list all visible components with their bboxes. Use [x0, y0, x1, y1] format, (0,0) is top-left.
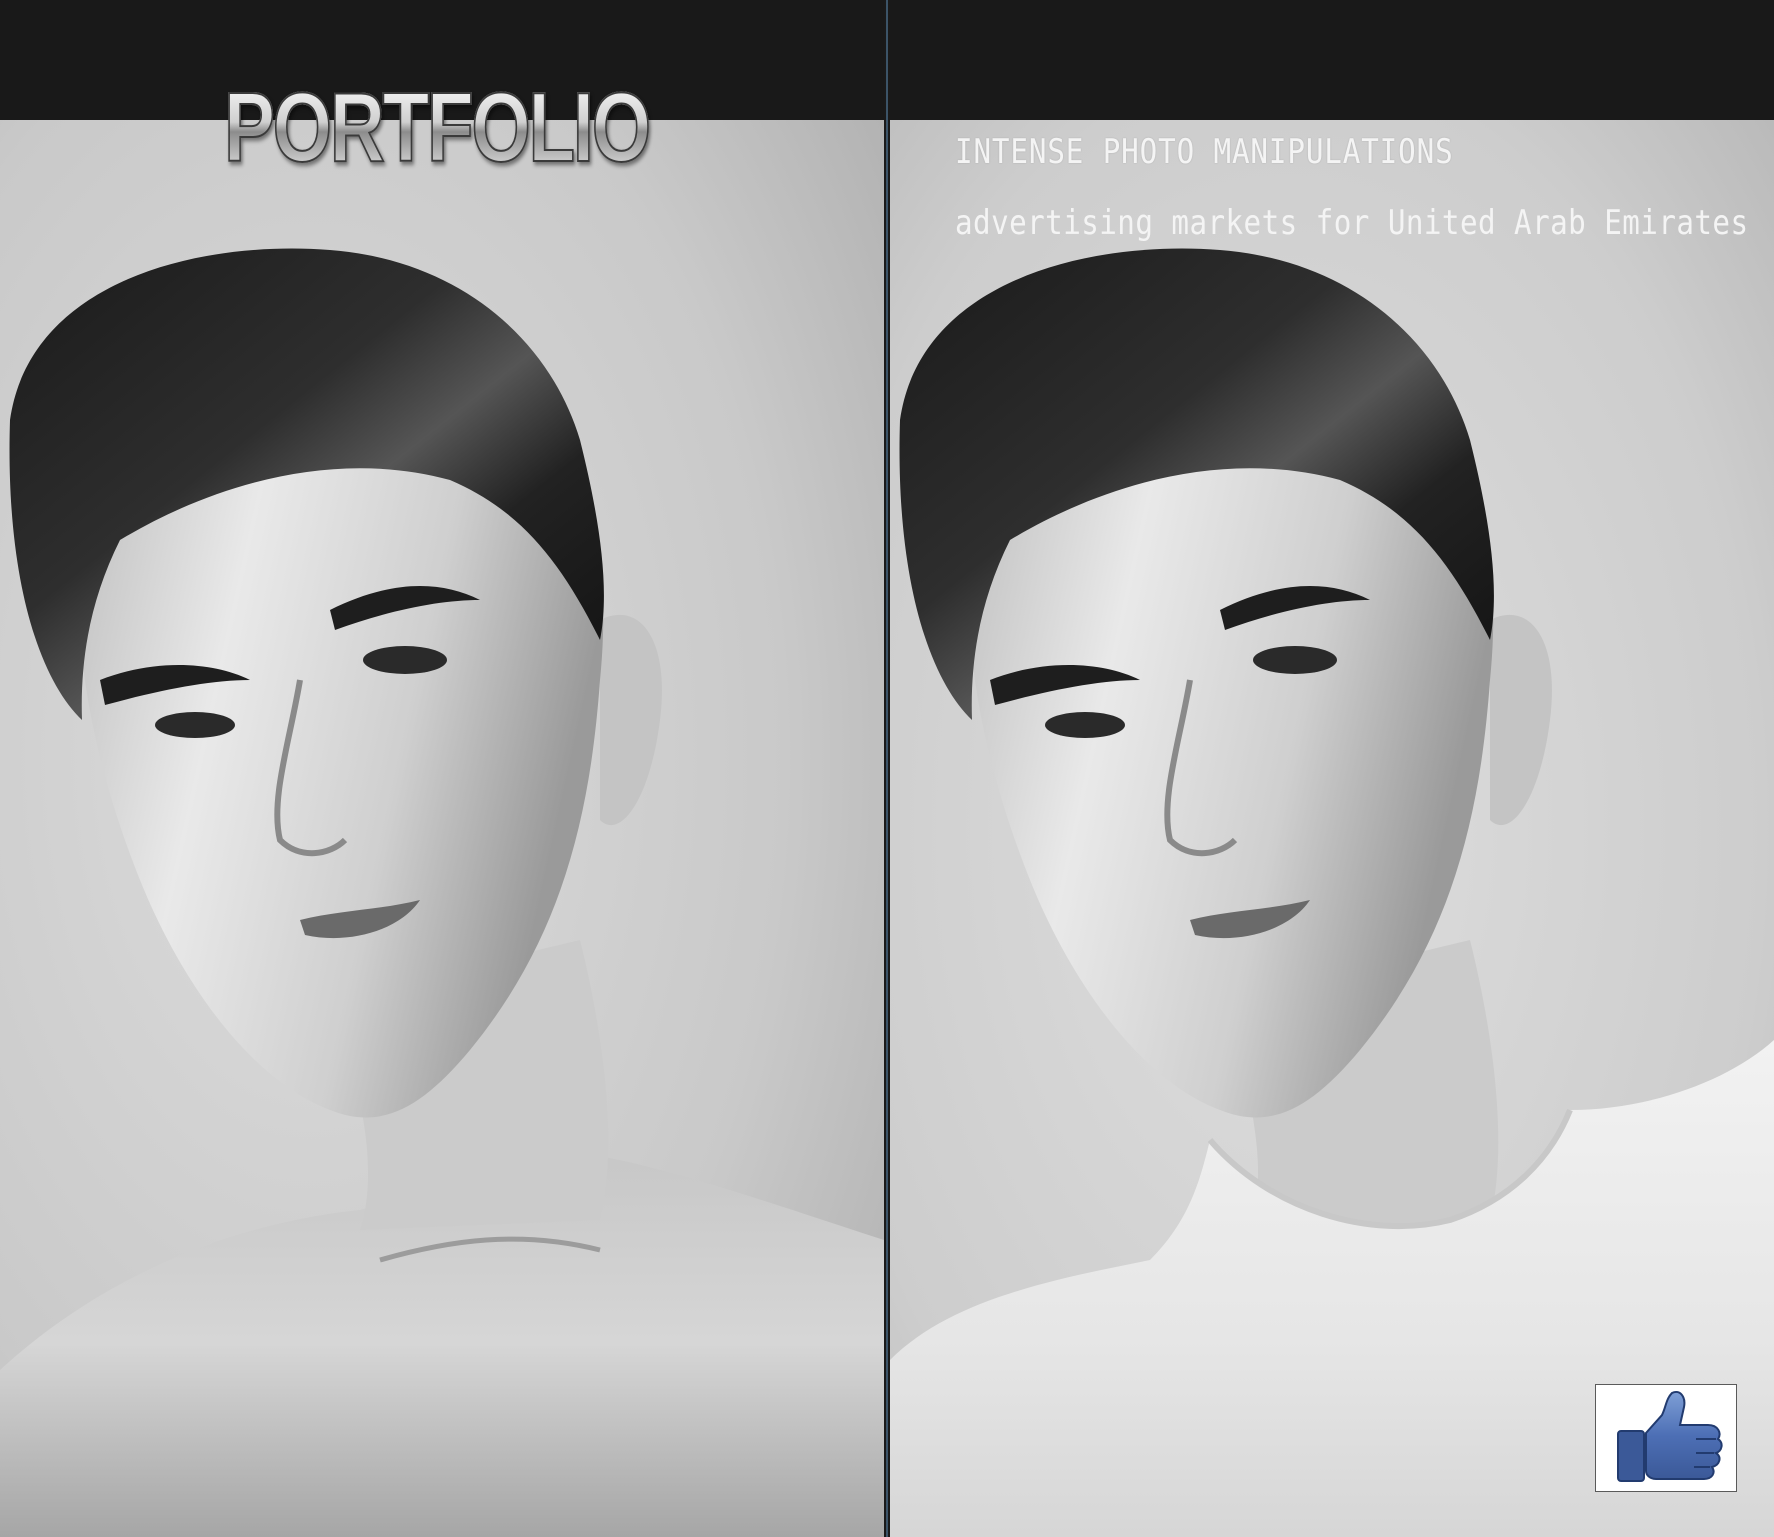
headline-title: Intense photo manipulations: [955, 132, 1454, 172]
facebook-like-button[interactable]: [1595, 1384, 1737, 1492]
headline-subtitle: advertising markets for United Arab Emir…: [955, 203, 1749, 243]
left-portrait-photo: [0, 120, 884, 1537]
right-portrait-photo: [890, 120, 1774, 1537]
panel-divider-line: [886, 0, 888, 1537]
thumbs-up-icon: [1617, 1391, 1723, 1482]
left-portfolio-panel: PORTFOLIO: [0, 0, 884, 1537]
portfolio-title: PORTFOLIO: [223, 72, 652, 182]
right-top-bar: [890, 0, 1774, 120]
right-portfolio-panel: Intense photo manipulations advertising …: [890, 0, 1774, 1537]
